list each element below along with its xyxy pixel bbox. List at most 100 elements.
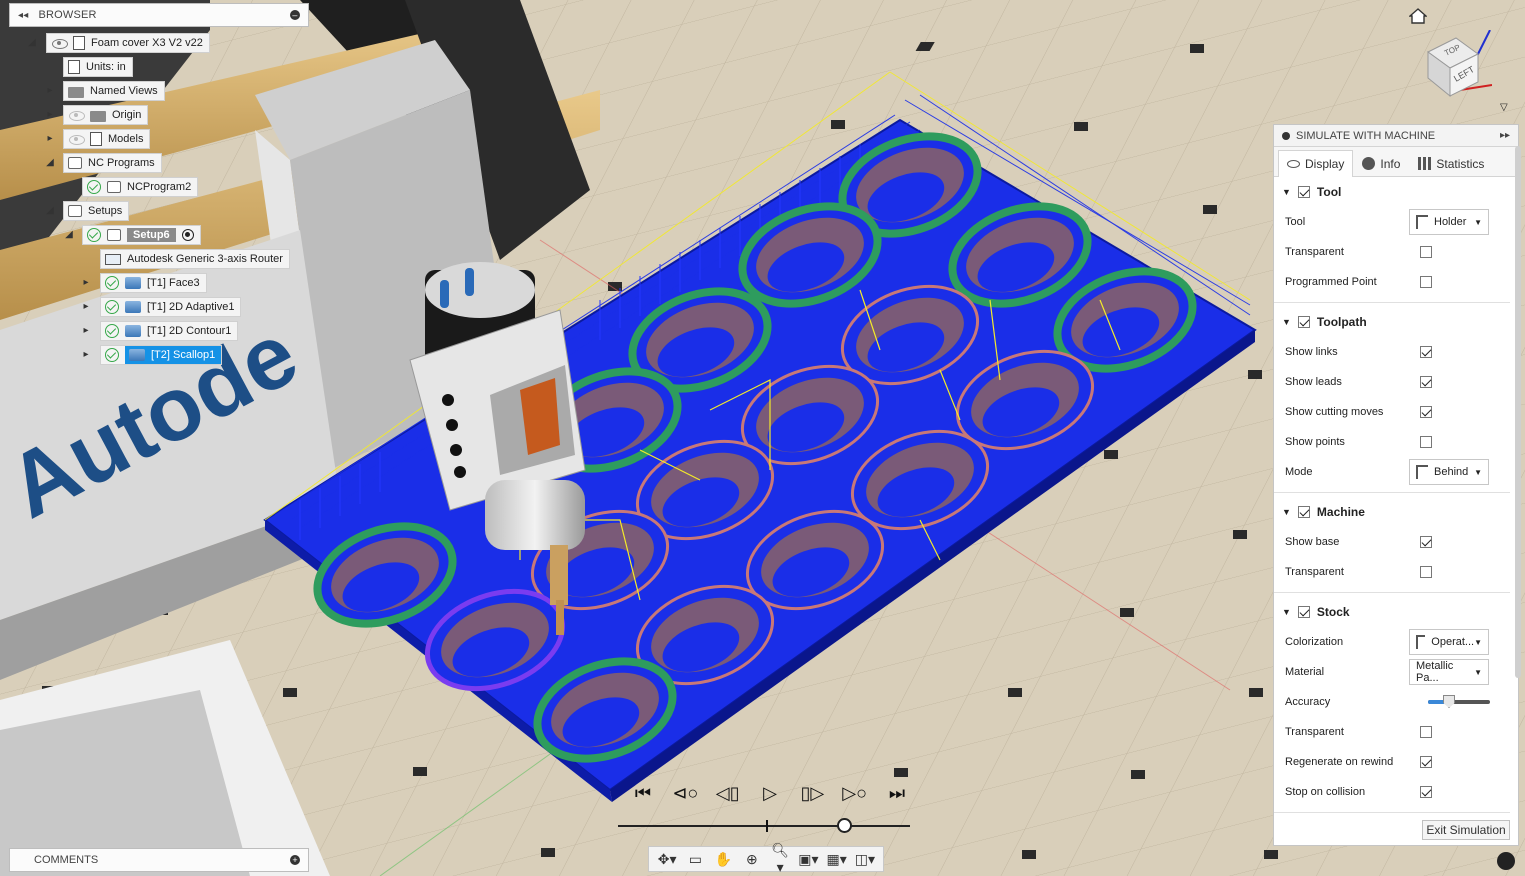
- contour-operation-icon: [125, 325, 141, 337]
- expand-triangle-icon[interactable]: ◢: [63, 225, 75, 245]
- expand-triangle-icon[interactable]: ▸: [44, 129, 56, 149]
- comments-panel[interactable]: COMMENTS +: [9, 848, 309, 872]
- toolpath-section-checkbox[interactable]: [1297, 316, 1310, 328]
- step-back-icon[interactable]: ◁▯: [715, 780, 741, 806]
- expand-triangle-icon[interactable]: ◢: [44, 153, 56, 173]
- visibility-eye-icon[interactable]: [68, 108, 85, 122]
- collapse-caret-icon[interactable]: ▼: [1282, 187, 1291, 197]
- visibility-eye-icon[interactable]: [68, 132, 85, 146]
- home-icon[interactable]: [1409, 8, 1427, 24]
- expand-triangle-icon[interactable]: ▸: [80, 297, 92, 317]
- pan-hand-icon[interactable]: ✋: [712, 851, 736, 868]
- machine-section-checkbox[interactable]: [1297, 506, 1310, 518]
- tab-statistics[interactable]: Statistics: [1409, 150, 1493, 176]
- fit-zoom-icon[interactable]: 🔍︎▾: [768, 842, 792, 876]
- simulate-panel-header[interactable]: SIMULATE WITH MACHINE ▸▸: [1274, 125, 1518, 147]
- tree-node-operation[interactable]: [T1] 2D Adaptive1: [100, 297, 242, 317]
- tool-transparent-checkbox[interactable]: [1420, 246, 1432, 258]
- collapse-caret-icon[interactable]: ▼: [1282, 607, 1291, 617]
- stock-transparent-checkbox[interactable]: [1420, 726, 1432, 738]
- timeline-knob[interactable]: [837, 818, 852, 833]
- show-cutting-moves-checkbox[interactable]: [1420, 406, 1432, 418]
- collapse-icon[interactable]: ◂◂: [18, 10, 28, 21]
- tree-node-operation-selected[interactable]: [T2] Scallop1: [100, 345, 223, 365]
- expand-icon[interactable]: ▸▸: [1500, 130, 1510, 141]
- minimize-icon[interactable]: –: [290, 10, 300, 20]
- tree-node-named-views[interactable]: Named Views: [63, 81, 165, 101]
- previous-operation-icon[interactable]: ⊲○: [672, 780, 698, 806]
- section-tool[interactable]: ▼ Tool: [1282, 185, 1341, 199]
- stock-section-checkbox[interactable]: [1297, 606, 1310, 618]
- tree-node-operation[interactable]: [T1] Face3: [100, 273, 207, 293]
- mode-select[interactable]: Behind ▼: [1409, 459, 1489, 485]
- collapse-caret-icon[interactable]: ▼: [1282, 507, 1291, 517]
- panel-scrollbar[interactable]: [1515, 146, 1521, 678]
- zoom-icon[interactable]: ⊕: [740, 851, 764, 868]
- setup-icon: [107, 229, 121, 241]
- display-settings-icon[interactable]: ▣▾: [796, 851, 820, 868]
- eye-icon: [1287, 160, 1300, 168]
- machine-transparent-checkbox[interactable]: [1420, 566, 1432, 578]
- colorization-select[interactable]: Operat... ▼: [1409, 629, 1489, 655]
- expand-triangle-icon[interactable]: ▸: [44, 81, 56, 101]
- tab-display[interactable]: Display: [1278, 150, 1354, 177]
- show-points-checkbox[interactable]: [1420, 436, 1432, 448]
- show-links-checkbox[interactable]: [1420, 346, 1432, 358]
- tool-select[interactable]: Holder ▼: [1409, 209, 1489, 235]
- exit-simulation-button[interactable]: Exit Simulation: [1422, 820, 1510, 840]
- collapse-caret-icon[interactable]: ▼: [1282, 317, 1291, 327]
- look-at-icon[interactable]: ▭: [683, 851, 707, 868]
- play-icon[interactable]: ▷: [757, 780, 783, 806]
- show-leads-checkbox[interactable]: [1420, 376, 1432, 388]
- scallop-operation-icon: [129, 349, 145, 361]
- active-radio-icon[interactable]: [181, 229, 194, 241]
- tree-node-operation[interactable]: [T1] 2D Contour1: [100, 321, 239, 341]
- go-to-start-icon[interactable]: ⏮: [630, 780, 656, 806]
- material-select[interactable]: Metallic Pa... ▼: [1409, 659, 1489, 685]
- view-cube[interactable]: TOP LEFT: [1420, 30, 1492, 102]
- expand-triangle-icon[interactable]: ◢: [44, 201, 56, 221]
- add-comment-icon[interactable]: +: [290, 855, 300, 865]
- tree-node-nc-program[interactable]: NCProgram2: [82, 177, 199, 197]
- section-machine[interactable]: ▼ Machine: [1282, 505, 1365, 519]
- expand-triangle-icon[interactable]: ▸: [80, 273, 92, 293]
- tree-node-machine[interactable]: Autodesk Generic 3-axis Router: [100, 249, 290, 269]
- show-base-checkbox[interactable]: [1420, 536, 1432, 548]
- tree-node-units[interactable]: Units: in: [63, 57, 133, 77]
- tree-node-nc-programs[interactable]: NC Programs: [63, 153, 162, 173]
- regenerate-checkbox[interactable]: [1420, 756, 1432, 768]
- grid-icon[interactable]: ▦▾: [825, 851, 849, 868]
- slider-thumb[interactable]: [1443, 695, 1455, 708]
- browser-panel-header[interactable]: ◂◂ BROWSER –: [9, 3, 309, 27]
- face-operation-icon: [125, 277, 141, 289]
- tree-node-setups[interactable]: Setups: [63, 201, 130, 221]
- check-icon: [105, 348, 119, 362]
- row-material: Material Metallic Pa... ▼: [1285, 659, 1510, 685]
- go-to-end-icon[interactable]: ⏭: [884, 780, 910, 806]
- expand-triangle-icon[interactable]: ▸: [80, 345, 92, 365]
- section-toolpath[interactable]: ▼ Toolpath: [1282, 315, 1367, 329]
- programmed-point-checkbox[interactable]: [1420, 276, 1432, 288]
- tree-node-document[interactable]: Foam cover X3 V2 v22: [46, 33, 210, 53]
- expand-triangle-icon[interactable]: ▸: [44, 105, 56, 125]
- status-icon[interactable]: [1497, 852, 1515, 870]
- step-forward-icon[interactable]: ▯▷: [799, 780, 825, 806]
- next-operation-icon[interactable]: ▷○: [842, 780, 868, 806]
- divider: [1274, 302, 1510, 303]
- viewcube-menu-icon[interactable]: ▽: [1500, 102, 1508, 113]
- tool-section-checkbox[interactable]: [1297, 186, 1310, 198]
- section-stock[interactable]: ▼ Stock: [1282, 605, 1350, 619]
- accuracy-slider[interactable]: [1428, 695, 1490, 708]
- viewports-icon[interactable]: ◫▾: [853, 851, 877, 868]
- simulation-timeline[interactable]: [618, 818, 910, 833]
- orbit-icon[interactable]: ✥▾: [655, 851, 679, 868]
- tree-node-models[interactable]: Models: [63, 129, 151, 149]
- nc-programs-label: NC Programs: [88, 157, 155, 169]
- expand-triangle-icon[interactable]: ◢: [26, 33, 38, 53]
- expand-triangle-icon[interactable]: ▸: [80, 321, 92, 341]
- stop-collision-checkbox[interactable]: [1420, 786, 1432, 798]
- tree-node-setup6[interactable]: Setup6: [82, 225, 201, 245]
- visibility-eye-icon[interactable]: [51, 36, 68, 50]
- tree-node-origin[interactable]: Origin: [63, 105, 149, 125]
- tab-info[interactable]: Info: [1353, 150, 1409, 176]
